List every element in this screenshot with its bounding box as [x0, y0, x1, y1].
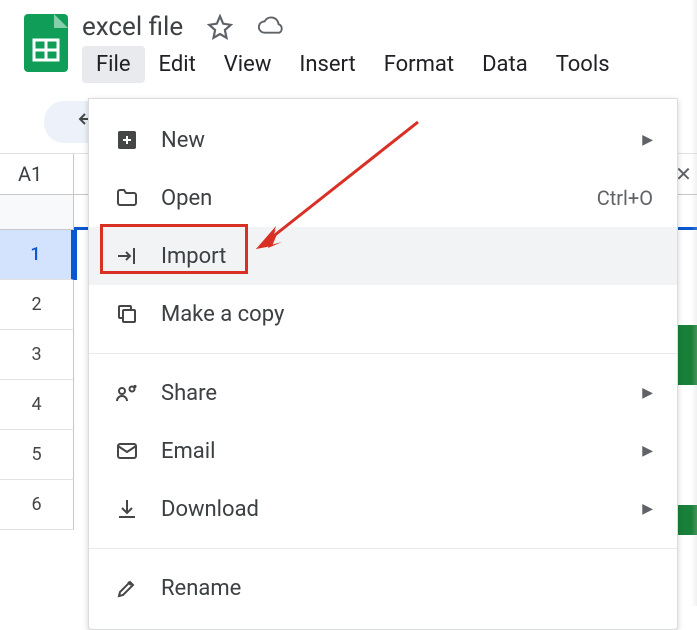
- menu-insert[interactable]: Insert: [285, 46, 369, 83]
- cloud-icon[interactable]: [257, 15, 287, 39]
- row-header-column: 1 2 3 4 5 6: [0, 195, 74, 530]
- select-all-corner[interactable]: [0, 195, 74, 230]
- menu-item-label: New: [161, 128, 622, 153]
- row-header-4[interactable]: 4: [0, 380, 74, 430]
- name-box[interactable]: A1: [0, 154, 74, 194]
- share-icon: [113, 379, 141, 407]
- menu-shortcut: Ctrl+O: [597, 186, 653, 210]
- menu-item-share[interactable]: Share ▶: [89, 364, 677, 422]
- menu-item-new[interactable]: New ▶: [89, 111, 677, 169]
- menu-item-label: Open: [161, 186, 577, 211]
- submenu-arrow-icon: ▶: [642, 501, 653, 517]
- row-header-6[interactable]: 6: [0, 480, 74, 530]
- rename-icon: [113, 574, 141, 602]
- email-icon: [113, 437, 141, 465]
- menu-item-label: Share: [161, 381, 622, 406]
- menu-file[interactable]: File: [82, 46, 145, 83]
- plus-box-icon: [113, 126, 141, 154]
- menu-item-email[interactable]: Email ▶: [89, 422, 677, 480]
- menu-separator: [89, 548, 677, 549]
- sheets-logo-icon: [24, 14, 68, 72]
- menu-item-import[interactable]: Import: [89, 227, 677, 285]
- menu-item-label: Email: [161, 439, 622, 464]
- submenu-arrow-icon: ▶: [642, 385, 653, 401]
- title-area: excel file File Edit View Insert Format …: [82, 12, 677, 83]
- row-header-3[interactable]: 3: [0, 330, 74, 380]
- menu-format[interactable]: Format: [370, 46, 468, 83]
- menu-item-label: Download: [161, 497, 622, 522]
- green-cell-block-2: [677, 505, 697, 535]
- menubar: File Edit View Insert Format Data Tools: [82, 46, 677, 83]
- row-header-5[interactable]: 5: [0, 430, 74, 480]
- menu-item-open[interactable]: Open Ctrl+O: [89, 169, 677, 227]
- row-header-2[interactable]: 2: [0, 280, 74, 330]
- menu-item-label: Rename: [161, 576, 653, 601]
- menu-item-make-copy[interactable]: Make a copy: [89, 285, 677, 343]
- header: excel file File Edit View Insert Format …: [0, 0, 697, 83]
- document-title[interactable]: excel file: [82, 12, 183, 42]
- menu-view[interactable]: View: [210, 46, 286, 83]
- menu-item-rename[interactable]: Rename: [89, 559, 677, 617]
- folder-icon: [113, 184, 141, 212]
- copy-icon: [113, 300, 141, 328]
- submenu-arrow-icon: ▶: [642, 443, 653, 459]
- menu-item-label: Import: [161, 244, 653, 269]
- menu-data[interactable]: Data: [468, 46, 542, 83]
- menu-tools[interactable]: Tools: [542, 46, 624, 83]
- green-cell-block: [677, 325, 697, 385]
- import-icon: [113, 242, 141, 270]
- download-icon: [113, 495, 141, 523]
- row-header-1[interactable]: 1: [0, 230, 74, 280]
- menu-item-label: Make a copy: [161, 302, 653, 327]
- menu-edit[interactable]: Edit: [145, 46, 210, 83]
- submenu-arrow-icon: ▶: [642, 132, 653, 148]
- menu-item-download[interactable]: Download ▶: [89, 480, 677, 538]
- star-icon[interactable]: [207, 14, 233, 40]
- menu-separator: [89, 353, 677, 354]
- file-menu-dropdown: New ▶ Open Ctrl+O Import Make a copy Sha…: [88, 98, 678, 630]
